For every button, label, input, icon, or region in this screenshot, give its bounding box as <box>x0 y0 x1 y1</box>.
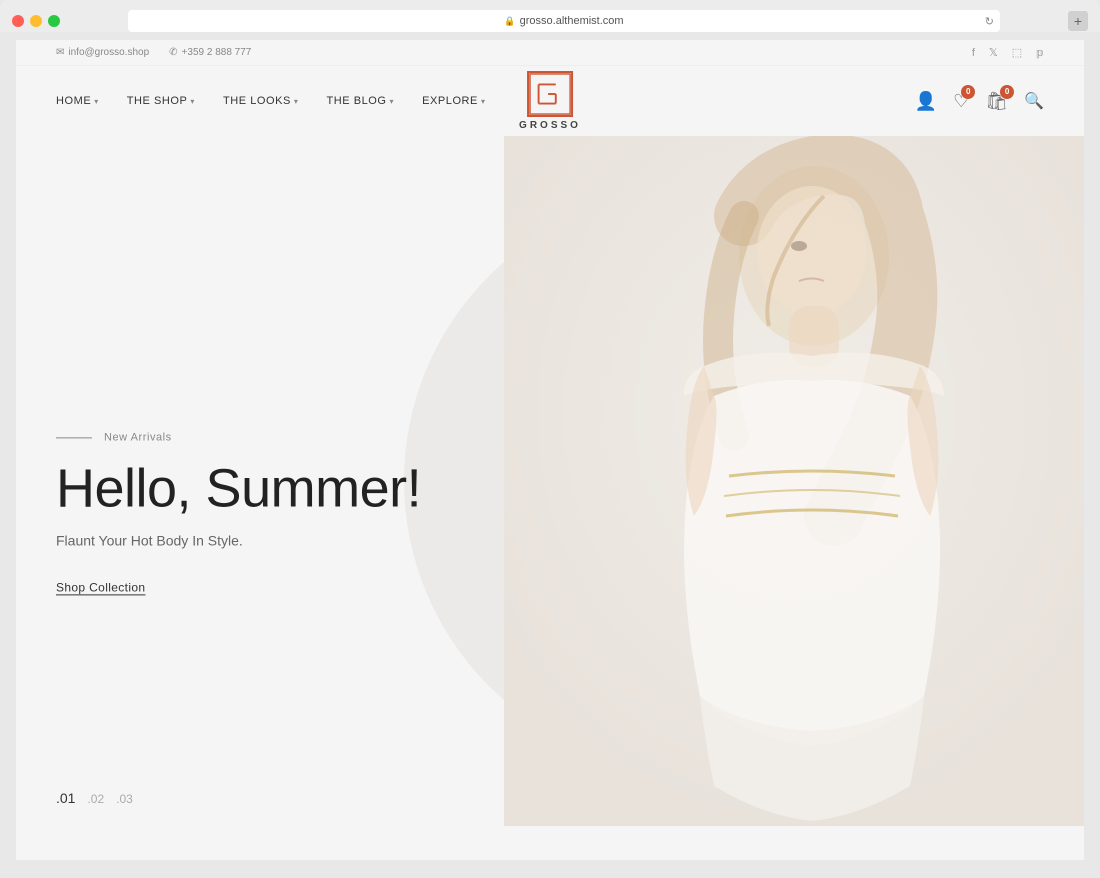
email-info: ✉ info@grosso.shop <box>56 47 149 58</box>
traffic-lights <box>12 15 60 27</box>
phone-icon: ✆ <box>169 47 177 58</box>
address-bar[interactable]: 🔒 grosso.althemist.com ↻ <box>128 10 1000 32</box>
info-bar-left: ✉ info@grosso.shop ✆ +359 2 888 777 <box>56 47 251 58</box>
lock-icon: 🔒 <box>504 16 515 27</box>
account-icon[interactable]: 👤 <box>915 91 937 112</box>
nav-left: HOME ▾ THE SHOP ▾ THE LOOKS ▾ THE BLOG ▾… <box>56 95 486 107</box>
chevron-down-icon: ▾ <box>94 97 99 106</box>
cart-badge: 0 <box>1000 85 1014 99</box>
close-button[interactable] <box>12 15 24 27</box>
pinterest-icon[interactable]: 𝕡 <box>1036 46 1044 59</box>
new-arrivals-label: New Arrivals <box>56 431 421 443</box>
hero-title: Hello, Summer! <box>56 459 421 518</box>
nav-item-explore[interactable]: EXPLORE ▾ <box>422 95 485 107</box>
twitter-icon[interactable]: 𝕏 <box>989 46 998 59</box>
refresh-button[interactable]: ↻ <box>985 15 994 28</box>
logo-text: GROSSO <box>519 120 581 131</box>
email-text: info@grosso.shop <box>68 47 149 58</box>
hero-content: New Arrivals Hello, Summer! Flaunt Your … <box>56 431 421 596</box>
info-bar: ✉ info@grosso.shop ✆ +359 2 888 777 f 𝕏 … <box>16 40 1084 66</box>
label-line <box>56 437 92 438</box>
cart-icon[interactable]: 🛍 0 <box>985 91 1008 112</box>
logo-svg <box>529 72 571 116</box>
phone-info: ✆ +359 2 888 777 <box>169 47 251 58</box>
facebook-icon[interactable]: f <box>972 47 975 59</box>
instagram-icon[interactable]: ⬚ <box>1012 46 1022 59</box>
address-bar-content: 🔒 grosso.althemist.com <box>504 15 623 27</box>
new-tab-button[interactable]: + <box>1068 11 1088 31</box>
model-illustration <box>504 136 1084 826</box>
chevron-down-icon: ▾ <box>190 97 195 106</box>
website-content: ✉ info@grosso.shop ✆ +359 2 888 777 f 𝕏 … <box>16 40 1084 860</box>
search-icon[interactable]: 🔍 <box>1024 91 1044 111</box>
model-background <box>504 136 1084 826</box>
nav-item-shop[interactable]: THE SHOP ▾ <box>127 95 195 107</box>
wishlist-badge: 0 <box>961 85 975 99</box>
maximize-button[interactable] <box>48 15 60 27</box>
shop-collection-link[interactable]: Shop Collection <box>56 581 145 595</box>
nav-right: 👤 ♡ 0 🛍 0 🔍 <box>915 91 1044 112</box>
browser-chrome: 🔒 grosso.althemist.com ↻ + <box>0 0 1100 32</box>
chevron-down-icon: ▾ <box>390 97 395 106</box>
hero-section: New Arrivals Hello, Summer! Flaunt Your … <box>16 136 1084 826</box>
model-image-area <box>504 136 1084 826</box>
social-icons: f 𝕏 ⬚ 𝕡 <box>972 46 1044 59</box>
slide-indicators: .01 .02 .03 <box>56 790 133 806</box>
chevron-down-icon: ▾ <box>294 97 299 106</box>
logo[interactable]: GROSSO <box>519 71 581 131</box>
slide-indicator-2[interactable]: .02 <box>87 792 104 806</box>
wishlist-icon[interactable]: ♡ 0 <box>953 91 969 112</box>
email-icon: ✉ <box>56 47 64 58</box>
slide-indicator-1[interactable]: .01 <box>56 790 75 806</box>
tag-line-text: New Arrivals <box>104 431 172 443</box>
hero-subtitle: Flaunt Your Hot Body In Style. <box>56 533 421 549</box>
nav-item-looks[interactable]: THE LOOKS ▾ <box>223 95 299 107</box>
phone-text: +359 2 888 777 <box>182 47 252 58</box>
nav-item-blog[interactable]: THE BLOG ▾ <box>327 95 395 107</box>
url-text: grosso.althemist.com <box>520 15 624 27</box>
slide-indicator-3[interactable]: .03 <box>116 792 133 806</box>
main-nav: HOME ▾ THE SHOP ▾ THE LOOKS ▾ THE BLOG ▾… <box>16 66 1084 136</box>
chevron-down-icon: ▾ <box>481 97 486 106</box>
minimize-button[interactable] <box>30 15 42 27</box>
logo-icon <box>527 71 573 117</box>
nav-item-home[interactable]: HOME ▾ <box>56 95 99 107</box>
